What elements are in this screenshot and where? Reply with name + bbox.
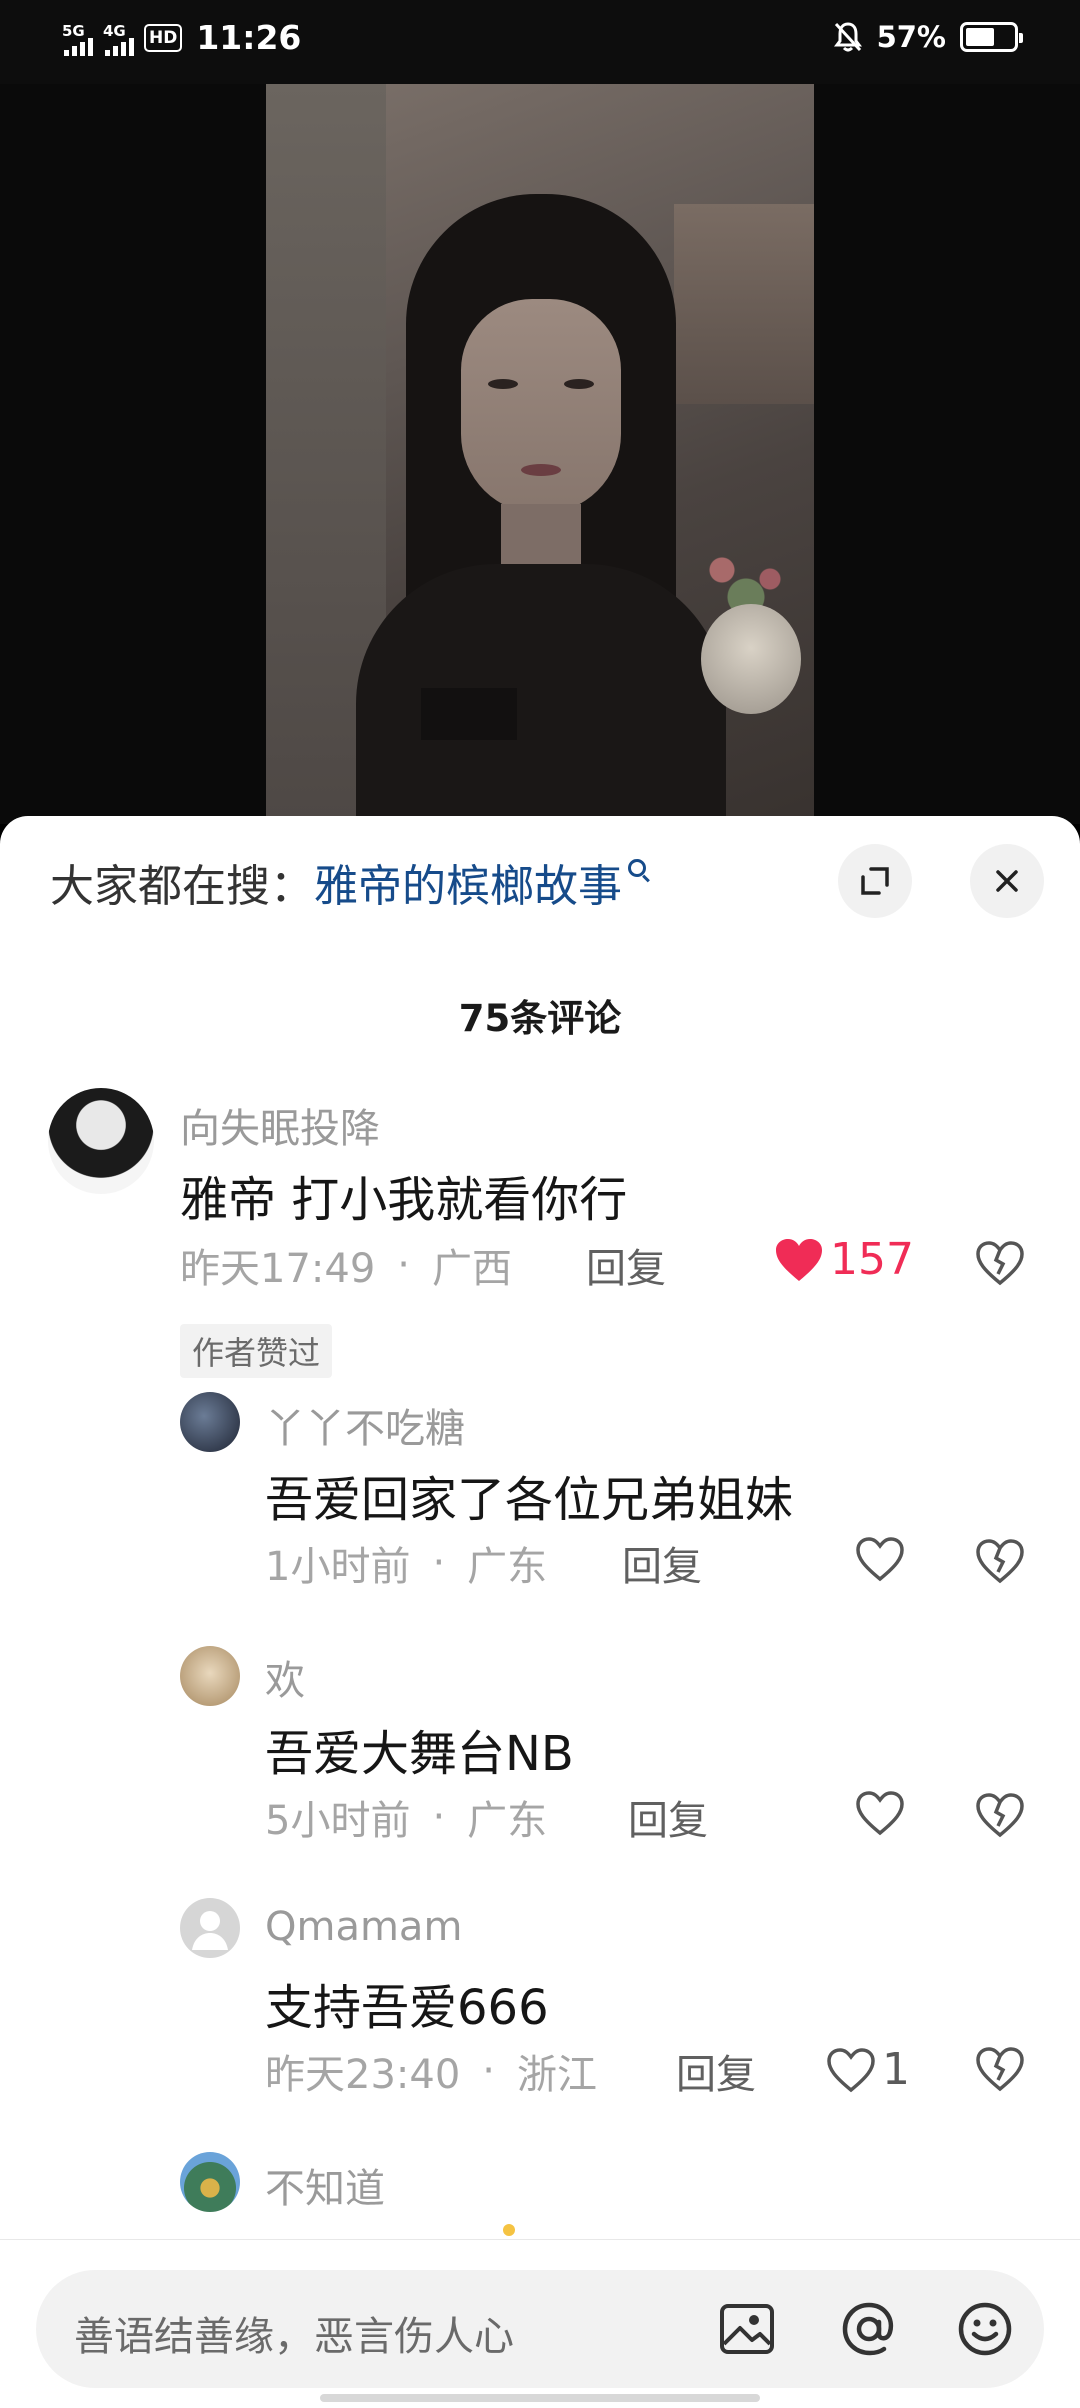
trending-search-prefix: 大家都在搜：	[50, 861, 314, 912]
comment-username[interactable]: 欢	[265, 1648, 305, 1706]
search-icon	[628, 859, 646, 877]
signal-5g: 5G	[62, 20, 93, 56]
comment-username[interactable]: 不知道	[265, 2156, 385, 2214]
avatar[interactable]	[180, 1392, 240, 1452]
battery-icon	[960, 22, 1023, 52]
comment-input-placeholder: 善语结善缘，恶言伤人心	[74, 2314, 514, 2360]
comment-location: 广东	[467, 1544, 548, 1590]
comment-time: 昨天17:49	[180, 1246, 376, 1292]
like-button[interactable]: 1	[826, 2044, 910, 2095]
video-player[interactable]	[0, 84, 1080, 824]
author-liked-badge: 作者赞过	[180, 1324, 333, 1378]
signal-5g-label: 5G	[62, 21, 85, 40]
comment-username[interactable]: 丫丫不吃糖	[265, 1396, 465, 1454]
emoji-fragment	[503, 2224, 515, 2236]
reply-button[interactable]: 回复	[586, 1236, 666, 1294]
censor-bar	[421, 688, 517, 740]
clock: 11:26	[196, 18, 302, 57]
comment-meta: 5小时前 · 广东	[265, 1788, 547, 1846]
default-avatar-icon	[192, 1911, 228, 1950]
close-button[interactable]	[970, 844, 1044, 918]
comment-location: 广西	[432, 1246, 512, 1292]
close-icon	[996, 870, 1018, 892]
comment-meta: 昨天17:49 · 广西	[180, 1236, 512, 1294]
like-button[interactable]	[855, 1536, 905, 1582]
reply-button[interactable]: 回复	[622, 1534, 702, 1592]
status-bar: 5G 4G HD 11:26 57%	[0, 0, 1080, 84]
avatar[interactable]	[48, 1088, 154, 1194]
bell-off-icon	[833, 22, 862, 52]
video-frame	[266, 84, 814, 824]
avatar[interactable]	[180, 1646, 240, 1706]
reply-button[interactable]: 回复	[628, 1788, 708, 1846]
like-count: 157	[830, 1234, 914, 1285]
emoji-icon[interactable]	[952, 2296, 1018, 2362]
signal-bars-icon	[105, 37, 134, 56]
heart-icon	[856, 1791, 904, 1836]
hd-badge: HD	[144, 23, 183, 52]
like-button[interactable]	[855, 1790, 905, 1836]
comment-text[interactable]: 雅帝 打小我就看你行	[180, 1160, 627, 1230]
comment-text[interactable]: 吾爱大舞台NB	[265, 1714, 574, 1784]
image-icon[interactable]	[714, 2296, 780, 2362]
comment-count: 75条评论	[458, 997, 622, 1040]
comment-time: 1小时前	[265, 1544, 411, 1590]
comment-meta: 1小时前 · 广东	[265, 1534, 547, 1592]
signal-4g: 4G	[103, 20, 134, 56]
expand-button[interactable]	[838, 844, 912, 918]
comment-text[interactable]: 支持吾爱666	[265, 1968, 549, 2038]
comment-text[interactable]: 吾爱回家了各位兄弟姐妹	[265, 1460, 793, 1530]
comment-location: 浙江	[517, 2052, 597, 2098]
reply-button[interactable]: 回复	[676, 2042, 756, 2100]
trending-search-term[interactable]: 雅帝的槟榔故事	[314, 850, 622, 914]
battery-percent: 57%	[876, 20, 946, 54]
avatar[interactable]	[180, 2152, 240, 2212]
comment-input-bar: 善语结善缘，恶言伤人心	[0, 2239, 1080, 2408]
like-button[interactable]: 157	[774, 1234, 914, 1285]
comment-username[interactable]: Qmamam	[265, 1904, 462, 1950]
broken-heart-icon[interactable]	[975, 1538, 1025, 1584]
comment-username[interactable]: 向失眠投降	[180, 1096, 380, 1154]
trending-search[interactable]: 大家都在搜： 雅帝的槟榔故事	[50, 850, 646, 914]
home-indicator[interactable]	[320, 2394, 760, 2402]
comment-panel: 大家都在搜： 雅帝的槟榔故事 75条评论 向失眠投降 雅帝 打小我就看你行 昨天…	[0, 816, 1080, 2408]
signal-4g-label: 4G	[103, 21, 126, 40]
comment-location: 广东	[467, 1798, 548, 1844]
comment-meta: 昨天23:40 · 浙江	[265, 2042, 597, 2100]
broken-heart-icon[interactable]	[975, 2046, 1025, 2092]
heart-icon	[856, 1537, 904, 1582]
comment-input[interactable]: 善语结善缘，恶言伤人心	[36, 2270, 1044, 2388]
heart-icon	[827, 2047, 875, 2092]
status-right: 57%	[833, 20, 1023, 54]
broken-heart-icon[interactable]	[975, 1792, 1025, 1838]
signal-bars-icon	[64, 37, 93, 56]
comment-time: 5小时前	[265, 1798, 411, 1844]
expand-icon	[861, 867, 889, 895]
comment-time: 昨天23:40	[265, 2052, 461, 2098]
like-count: 1	[882, 2044, 910, 2095]
at-icon[interactable]	[836, 2296, 902, 2362]
broken-heart-icon[interactable]	[975, 1240, 1025, 1286]
status-left: 5G 4G HD 11:26	[62, 18, 301, 57]
avatar[interactable]	[180, 1898, 240, 1958]
heart-icon	[776, 1238, 822, 1281]
